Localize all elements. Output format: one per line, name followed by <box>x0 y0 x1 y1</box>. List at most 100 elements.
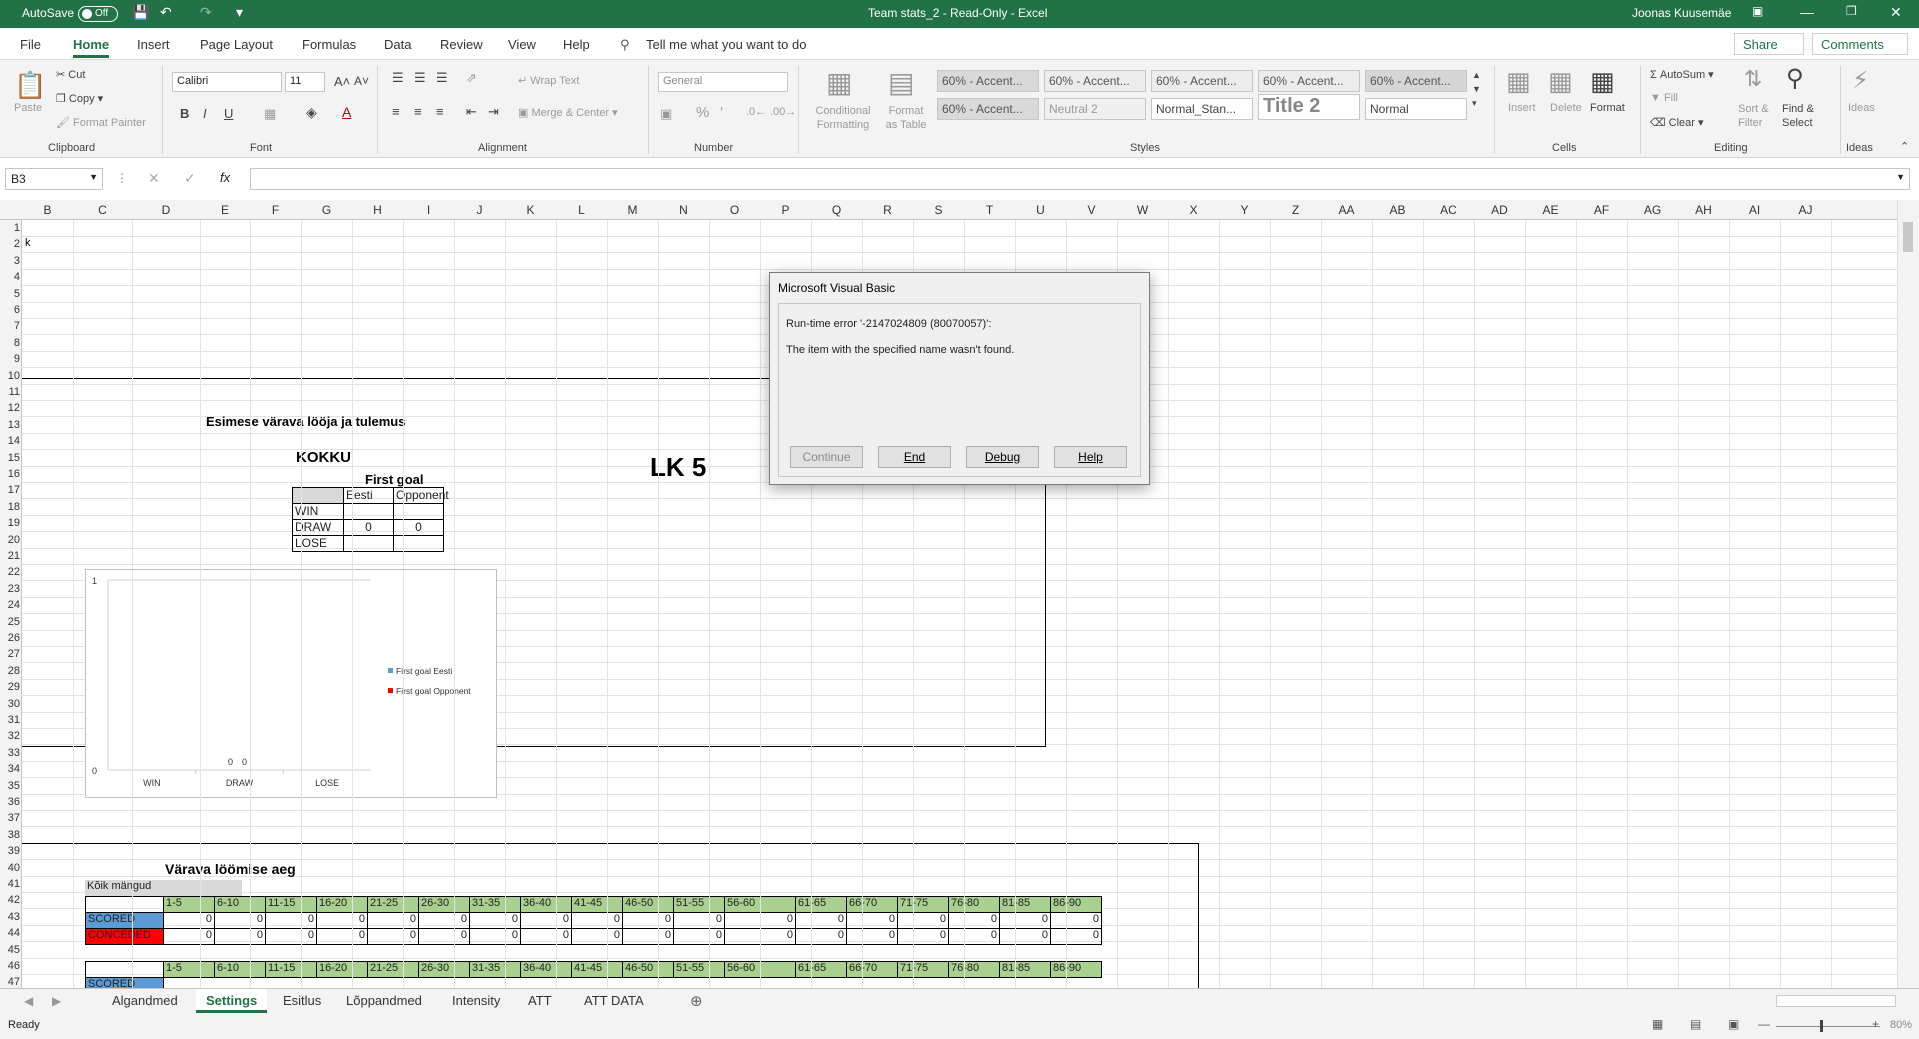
conceded-value-16-20[interactable]: 0 <box>316 928 368 945</box>
row-header-20[interactable]: 20 <box>0 534 20 546</box>
scored-value-31-35[interactable]: 0 <box>469 912 521 929</box>
row-header-33[interactable]: 33 <box>0 747 20 759</box>
column-header-s[interactable]: S <box>913 203 964 217</box>
row-header-1[interactable]: 1 <box>0 222 20 234</box>
scored-value-6-10[interactable]: 0 <box>214 912 266 929</box>
zoom-level[interactable]: 80% <box>1890 1019 1912 1031</box>
zoom-slider-thumb[interactable] <box>1820 1020 1823 1032</box>
menu-insert[interactable]: Insert <box>137 37 170 52</box>
row-header-4[interactable]: 4 <box>0 271 20 283</box>
column-header-v[interactable]: V <box>1066 203 1117 217</box>
ideas-icon[interactable]: ⚡ <box>1852 66 1869 95</box>
column-header-af[interactable]: AF <box>1576 203 1627 217</box>
column-header-h[interactable]: H <box>352 203 403 217</box>
conceded-value-86-90[interactable]: 0 <box>1050 928 1102 945</box>
row-header-31[interactable]: 31 <box>0 714 20 726</box>
conceded-value-26-30[interactable]: 0 <box>418 928 470 945</box>
conceded-value-66-70[interactable]: 0 <box>846 928 898 945</box>
row-header-11[interactable]: 11 <box>0 386 20 398</box>
comments-button[interactable]: Comments <box>1812 33 1908 55</box>
column-header-e[interactable]: E <box>200 203 250 217</box>
format-painter-button[interactable]: 🖌 Format Painter <box>56 116 146 129</box>
scored-value-66-70[interactable]: 0 <box>846 912 898 929</box>
tab-loppandmed[interactable]: Lõppandmed <box>336 989 432 1013</box>
find-select-button[interactable]: Find & Select <box>1782 102 1828 130</box>
horizontal-scrollbar[interactable] <box>1776 995 1896 1007</box>
fill-button[interactable]: ▼ Fill <box>1650 92 1678 104</box>
autosave-toggle[interactable]: Off <box>78 6 118 22</box>
scored-value-1-5[interactable]: 0 <box>163 912 215 929</box>
conceded-value-6-10[interactable]: 0 <box>214 928 266 945</box>
style-accent-4[interactable]: 60% - Accent... <box>1258 70 1360 92</box>
minimize-icon[interactable]: — <box>1800 4 1814 20</box>
orientation-icon[interactable]: ⇗ <box>466 70 477 86</box>
align-right-icon[interactable]: ≡ <box>436 104 444 119</box>
wrap-text-button[interactable]: ↵ Wrap Text <box>518 74 579 87</box>
menu-page-layout[interactable]: Page Layout <box>200 37 273 52</box>
first-goal-chart[interactable]: 0 1 WIN DRAW 0 0 LOSE First goal Eesti First goa… <box>85 569 497 798</box>
row-header-23[interactable]: 23 <box>0 583 20 595</box>
paste-icon[interactable]: 📋 <box>14 70 46 101</box>
tab-att-data[interactable]: ATT DATA <box>574 989 654 1013</box>
name-box[interactable]: B3 ▼ <box>5 168 103 190</box>
style-accent-3[interactable]: 60% - Accent... <box>1151 70 1253 92</box>
row-header-35[interactable]: 35 <box>0 780 20 792</box>
customize-qat-icon[interactable]: ▾ <box>236 4 243 21</box>
autosum-button[interactable]: Σ AutoSum ▾ <box>1650 68 1714 81</box>
insert-function-icon[interactable]: fx <box>220 170 230 185</box>
insert-cells-button[interactable]: Insert <box>1508 102 1536 114</box>
row-header-5[interactable]: 5 <box>0 288 20 300</box>
tab-att[interactable]: ATT <box>518 989 562 1013</box>
format-as-table-icon[interactable]: ▤ <box>888 66 914 99</box>
row-header-18[interactable]: 18 <box>0 501 20 513</box>
draw-eesti[interactable]: 0 <box>343 519 394 536</box>
column-header-f[interactable]: F <box>250 203 301 217</box>
row-header-15[interactable]: 15 <box>0 452 20 464</box>
delete-cells-button[interactable]: Delete <box>1550 102 1582 114</box>
column-header-b[interactable]: B <box>22 203 73 217</box>
number-format-select[interactable]: General <box>658 72 788 92</box>
tab-algandmed[interactable]: Algandmed <box>102 989 188 1013</box>
style-accent-1[interactable]: 60% - Accent... <box>937 70 1039 92</box>
column-header-k[interactable]: K <box>505 203 556 217</box>
column-header-x[interactable]: X <box>1168 203 1219 217</box>
increase-decimal-icon[interactable]: .0← <box>746 106 766 118</box>
scored-value-41-45[interactable]: 0 <box>571 912 623 929</box>
end-button[interactable]: End <box>878 446 951 468</box>
scored-value-46-50[interactable]: 0 <box>622 912 674 929</box>
format-cells-icon[interactable]: ▦ <box>1590 66 1615 97</box>
row-header-36[interactable]: 36 <box>0 796 20 808</box>
decrease-decimal-icon[interactable]: .00→ <box>770 106 796 118</box>
column-header-ac[interactable]: AC <box>1423 203 1474 217</box>
column-header-u[interactable]: U <box>1015 203 1066 217</box>
column-header-ad[interactable]: AD <box>1474 203 1525 217</box>
row-header-12[interactable]: 12 <box>0 402 20 414</box>
enter-icon[interactable]: ✓ <box>184 170 196 187</box>
row-header-13[interactable]: 13 <box>0 419 20 431</box>
percent-button[interactable]: % <box>696 104 709 121</box>
copy-button[interactable]: ❐ Copy ▾ <box>56 92 103 105</box>
row-header-45[interactable]: 45 <box>0 944 20 956</box>
row-header-38[interactable]: 38 <box>0 829 20 841</box>
share-button[interactable]: Share <box>1734 33 1804 55</box>
conceded-value-51-55[interactable]: 0 <box>673 928 725 945</box>
row-header-40[interactable]: 40 <box>0 862 20 874</box>
cancel-icon[interactable]: ✕ <box>148 170 160 187</box>
page-break-view-icon[interactable]: ▣ <box>1728 1017 1739 1031</box>
bottom-align-icon[interactable]: ☰ <box>436 70 448 86</box>
row-header-30[interactable]: 30 <box>0 698 20 710</box>
zoom-out-icon[interactable]: — <box>1758 1017 1770 1031</box>
conditional-formatting-icon[interactable]: ▦ <box>826 66 852 99</box>
scored-value-36-40[interactable]: 0 <box>520 912 572 929</box>
row-header-3[interactable]: 3 <box>0 255 20 267</box>
scored-value-61-65[interactable]: 0 <box>795 912 847 929</box>
styles-scroll-icon[interactable]: ▲ ▼ ▾ <box>1472 68 1481 110</box>
scored-value-71-75[interactable]: 0 <box>897 912 949 929</box>
column-header-y[interactable]: Y <box>1219 203 1270 217</box>
italic-button[interactable]: I <box>203 106 207 121</box>
column-header-z[interactable]: Z <box>1270 203 1321 217</box>
tab-intensity[interactable]: Intensity <box>442 989 510 1013</box>
conceded-value-76-80[interactable]: 0 <box>948 928 1000 945</box>
comma-icon[interactable]: ’ <box>720 104 723 120</box>
column-header-q[interactable]: Q <box>811 203 862 217</box>
